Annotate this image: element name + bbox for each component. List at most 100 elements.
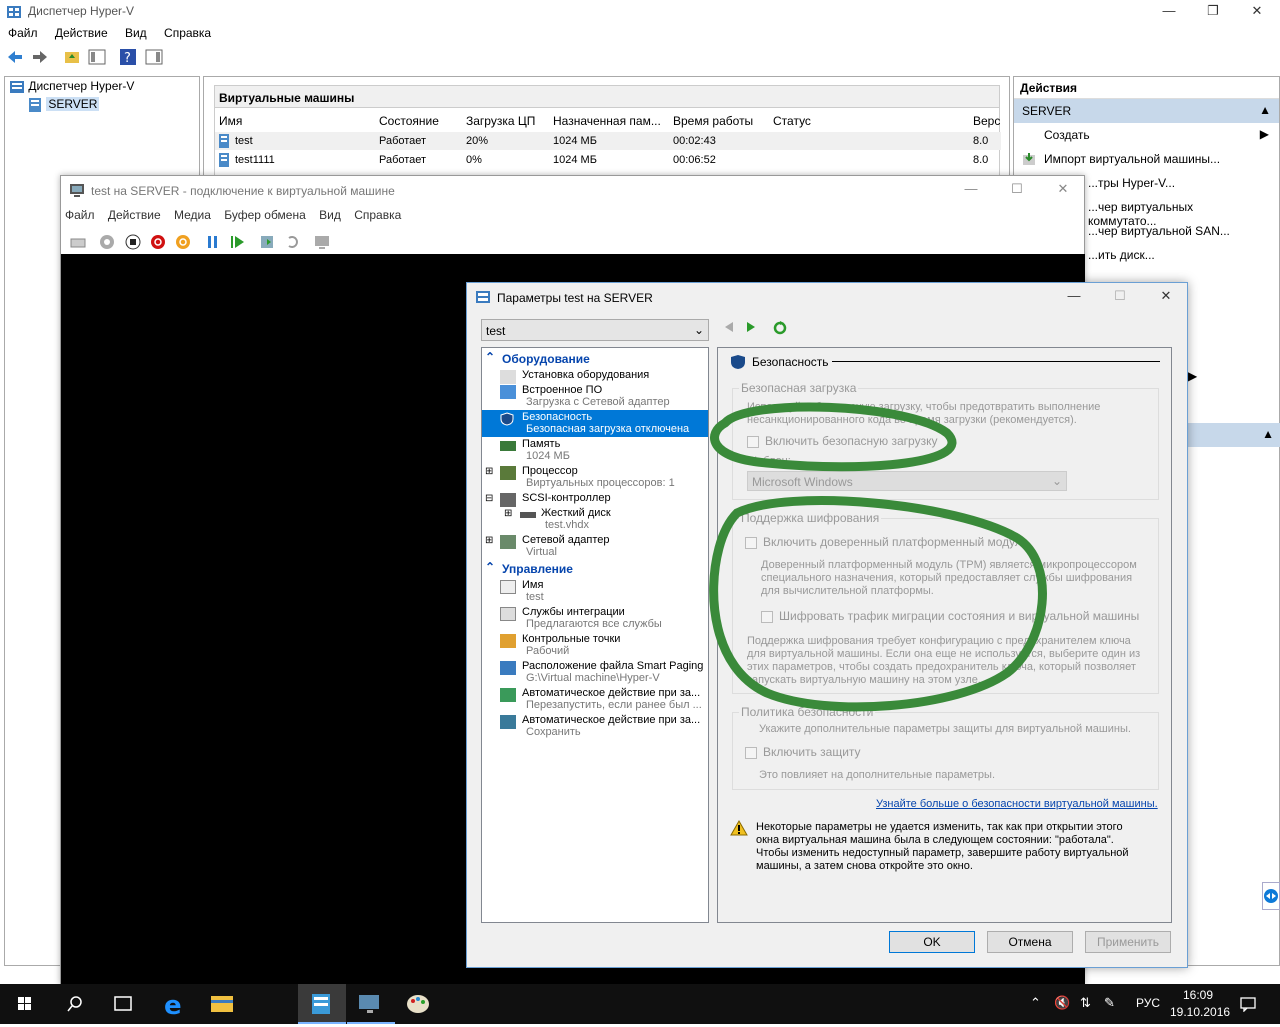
learn-more-link[interactable]: Узнайте больше о безопасности виртуально…: [876, 798, 1158, 810]
item-scsi[interactable]: ⊟ SCSI-контроллер: [482, 491, 708, 507]
item-checkpoints[interactable]: Контрольные точки Рабочий: [482, 632, 708, 659]
item-add-hardware[interactable]: Установка оборудования: [482, 368, 708, 384]
taskbar-explorer[interactable]: [199, 984, 247, 1024]
collapse-triangle-icon[interactable]: ▲: [1262, 427, 1274, 441]
teamviewer-tab[interactable]: [1262, 882, 1280, 910]
nav-prev-icon[interactable]: [723, 321, 735, 336]
item-firmware[interactable]: Встроенное ПО Загрузка с Сетевой адаптер: [482, 383, 708, 410]
col-status[interactable]: Статус: [773, 114, 811, 128]
nav-next-icon[interactable]: [745, 321, 757, 336]
item-integration-services[interactable]: Службы интеграции Предлагаются все службы: [482, 605, 708, 632]
taskbar-vmconnect[interactable]: [347, 984, 395, 1024]
vm-select-dropdown[interactable]: test ⌄: [481, 319, 709, 341]
item-auto-start-action[interactable]: Автоматическое действие при за... Перезап…: [482, 686, 708, 713]
clock-date[interactable]: 19.10.2016: [1170, 1005, 1230, 1019]
col-cpu[interactable]: Загрузка ЦП: [466, 114, 535, 128]
item-security[interactable]: Безопасность Безопасная загрузка отключен…: [482, 410, 708, 437]
clock-time[interactable]: 16:09: [1183, 988, 1213, 1002]
show-actions-pane-icon[interactable]: [145, 48, 163, 66]
vmconnect-minimize-button[interactable]: —: [948, 178, 994, 202]
col-uptime[interactable]: Время работы: [673, 114, 753, 128]
section-management[interactable]: ⌃ Управление: [482, 560, 708, 578]
action-import[interactable]: Импорт виртуальной машины...: [1014, 147, 1279, 171]
shutdown-icon[interactable]: [149, 233, 167, 251]
item-hard-disk[interactable]: ⊞ Жесткий диск test.vhdx: [482, 506, 708, 533]
vm-menu-help[interactable]: Справка: [354, 208, 401, 222]
vmconnect-close-button[interactable]: ✕: [1040, 178, 1086, 202]
search-button[interactable]: [50, 984, 98, 1024]
reset-icon[interactable]: [229, 233, 247, 251]
dialog-close-button[interactable]: ✕: [1143, 285, 1189, 309]
dialog-minimize-button[interactable]: —: [1051, 285, 1097, 309]
minimize-button[interactable]: —: [1146, 0, 1192, 24]
expand-plus-icon[interactable]: ⊞: [485, 466, 493, 477]
vm-menu-file[interactable]: Файл: [65, 208, 95, 222]
show-hide-tree-icon[interactable]: [88, 48, 106, 66]
menu-help[interactable]: Справка: [158, 24, 217, 42]
menu-file[interactable]: Файл: [2, 24, 44, 42]
collapse-minus-icon[interactable]: ⊟: [485, 493, 493, 504]
show-hidden-icons-icon[interactable]: ⌃: [1030, 995, 1041, 1011]
ok-button[interactable]: OK: [889, 931, 975, 953]
col-name[interactable]: Имя: [219, 114, 242, 128]
tree-root-hyperv[interactable]: Диспетчер Hyper-V: [9, 79, 134, 95]
item-memory[interactable]: Память 1024 МБ: [482, 437, 708, 464]
close-button[interactable]: ✕: [1234, 0, 1280, 24]
dialog-maximize-button[interactable]: ☐: [1097, 285, 1143, 309]
submenu-arrow-icon[interactable]: ▶: [1188, 369, 1197, 383]
enhanced-session-icon[interactable]: [313, 233, 331, 251]
volume-icon[interactable]: 🔇: [1054, 995, 1070, 1011]
expand-plus-icon[interactable]: ⊞: [504, 508, 512, 519]
start-icon[interactable]: [98, 233, 116, 251]
help-icon[interactable]: ?: [119, 48, 137, 66]
vm-menu-view[interactable]: Вид: [319, 208, 341, 222]
checkpoint-icon[interactable]: [258, 233, 276, 251]
actions-vm-section[interactable]: ▲: [1188, 423, 1280, 447]
taskbar-edge[interactable]: e: [150, 984, 198, 1024]
col-state[interactable]: Состояние: [379, 114, 439, 128]
start-button[interactable]: [0, 984, 48, 1024]
tree-item-server[interactable]: SERVER: [27, 97, 100, 113]
vm-menu-media[interactable]: Медиа: [174, 208, 211, 222]
section-hardware[interactable]: ⌃ Оборудование: [482, 350, 708, 368]
language-indicator[interactable]: РУС: [1136, 996, 1160, 1010]
item-processor[interactable]: ⊞ Процессор Виртуальных процессоров: 1: [482, 464, 708, 491]
col-version[interactable]: Верс: [973, 114, 1000, 128]
network-icon[interactable]: ⇅: [1080, 995, 1091, 1011]
item-auto-stop-action[interactable]: Автоматическое действие при за... Сохрани…: [482, 713, 708, 740]
action-create[interactable]: Создать ▶: [1014, 123, 1279, 147]
shield-checkbox-row[interactable]: Включить защиту: [745, 745, 861, 759]
item-name[interactable]: Имя test: [482, 578, 708, 605]
item-smart-paging[interactable]: Расположение файла Smart Paging G:\Virtua…: [482, 659, 708, 686]
apply-button[interactable]: Применить: [1085, 931, 1171, 953]
revert-icon[interactable]: [284, 233, 302, 251]
table-row[interactable]: test Работает 20% 1024 МБ 00:02:43 8.0: [215, 132, 1001, 150]
vm-menu-action[interactable]: Действие: [108, 208, 161, 222]
up-folder-icon[interactable]: [63, 48, 81, 66]
pen-workspace-icon[interactable]: ✎: [1104, 995, 1115, 1011]
actions-server-section[interactable]: SERVER ▲: [1014, 99, 1279, 123]
back-arrow-icon[interactable]: [6, 48, 24, 66]
action-center-icon[interactable]: [1240, 996, 1256, 1012]
ctrl-alt-del-icon[interactable]: [69, 233, 87, 251]
menu-action[interactable]: Действие: [49, 24, 114, 42]
vmconnect-maximize-button[interactable]: ☐: [994, 178, 1040, 202]
vm-menu-clipboard[interactable]: Буфер обмена: [224, 208, 306, 222]
refresh-icon[interactable]: [773, 321, 787, 338]
save-state-icon[interactable]: [174, 233, 192, 251]
taskbar-hyperv-manager[interactable]: [298, 984, 346, 1024]
turn-off-icon[interactable]: [124, 233, 142, 251]
cancel-button[interactable]: Отмена: [987, 931, 1073, 953]
forward-arrow-icon[interactable]: [31, 48, 49, 66]
collapse-triangle-icon[interactable]: ▲: [1259, 103, 1271, 117]
expand-plus-icon[interactable]: ⊞: [485, 535, 493, 546]
col-memory[interactable]: Назначенная пам...: [553, 114, 661, 128]
shield-checkbox[interactable]: [745, 746, 757, 759]
pause-icon[interactable]: [204, 233, 222, 251]
table-row[interactable]: test1111 Работает 0% 1024 МБ 00:06:52 8.…: [215, 151, 1001, 169]
menu-view[interactable]: Вид: [119, 24, 153, 42]
task-view-button[interactable]: [99, 984, 147, 1024]
item-network-adapter[interactable]: ⊞ Сетевой адаптер Virtual: [482, 533, 708, 560]
taskbar-paint[interactable]: [396, 984, 444, 1024]
maximize-button[interactable]: ❐: [1190, 0, 1236, 24]
